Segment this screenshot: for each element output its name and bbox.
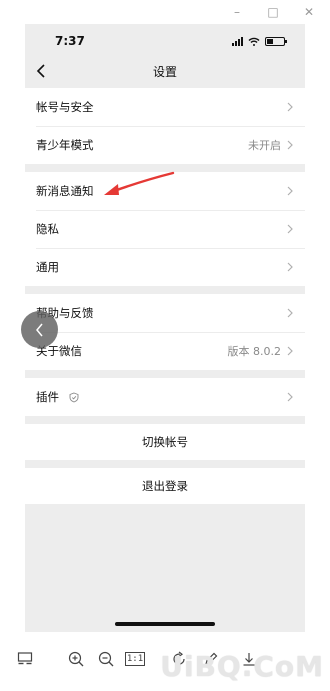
chevron-left-icon: [35, 323, 43, 336]
status-time: 7:37: [55, 34, 85, 48]
chevron-right-icon: [287, 140, 293, 150]
zoom-out-button[interactable]: [97, 650, 115, 668]
home-indicator: [115, 622, 215, 626]
settings-item-account-security[interactable]: 帐号与安全: [25, 88, 305, 126]
shield-icon: [69, 392, 79, 402]
chevron-right-icon: [287, 346, 293, 356]
settings-item-label: 通用: [36, 260, 59, 274]
zoom-in-button[interactable]: [67, 650, 85, 668]
zoom-in-icon: [68, 651, 84, 667]
thumbnail-button[interactable]: [16, 650, 34, 668]
settings-item-help-feedback[interactable]: 帮助与反馈: [25, 294, 305, 332]
chevron-right-icon: [287, 224, 293, 234]
chevron-right-icon: [287, 308, 293, 318]
settings-group-plugins: 插件: [25, 378, 305, 416]
zoom-out-icon: [98, 651, 114, 667]
switch-account-button[interactable]: 切换帐号: [25, 424, 305, 460]
settings-item-label: 关于微信: [36, 344, 82, 358]
settings-group-account: 帐号与安全 青少年模式 未开启: [25, 88, 305, 164]
side-back-button[interactable]: [21, 311, 58, 348]
status-icons: [232, 36, 287, 46]
battery-icon: [265, 36, 287, 46]
actual-size-button[interactable]: 1:1: [124, 650, 146, 668]
settings-item-label: 帮助与反馈: [36, 306, 94, 320]
status-bar: 7:37: [25, 24, 305, 58]
settings-item-label: 插件: [36, 390, 59, 404]
close-button[interactable]: ✕: [302, 4, 316, 20]
actual-size-label: 1:1: [124, 652, 146, 666]
nav-bar: 设置: [25, 58, 305, 84]
chevron-right-icon: [287, 392, 293, 402]
settings-item-plugins[interactable]: 插件: [25, 378, 305, 416]
chevron-right-icon: [287, 186, 293, 196]
minimize-button[interactable]: –: [230, 4, 244, 20]
settings-item-teen-mode[interactable]: 青少年模式 未开启: [25, 126, 305, 164]
settings-item-label-wrap: 插件: [36, 389, 287, 405]
maximize-button[interactable]: □: [266, 4, 280, 20]
chevron-right-icon: [287, 262, 293, 272]
settings-item-privacy[interactable]: 隐私: [25, 210, 305, 248]
wifi-icon: [248, 37, 260, 46]
window-controls: – □ ✕: [230, 4, 316, 20]
settings-item-general[interactable]: 通用: [25, 248, 305, 286]
back-icon[interactable]: [35, 63, 49, 79]
settings-item-about[interactable]: 关于微信 版本 8.0.2: [25, 332, 305, 370]
chevron-right-icon: [287, 102, 293, 112]
thumbnail-icon: [17, 652, 33, 665]
settings-group-help: 帮助与反馈 关于微信 版本 8.0.2: [25, 294, 305, 370]
signal-icon: [232, 36, 243, 46]
phone-screen: 7:37 设置 帐号与安全 青少年模式 未开启 新消息通知 隐私 通用 帮助与反…: [25, 24, 305, 632]
version-value: 版本 8.0.2: [227, 345, 282, 358]
settings-item-label: 青少年模式: [36, 138, 94, 152]
logout-button[interactable]: 退出登录: [25, 468, 305, 504]
settings-item-label: 帐号与安全: [36, 100, 94, 114]
page-title: 设置: [152, 64, 177, 79]
settings-item-value: 未开启: [248, 139, 281, 152]
annotation-arrow-icon: [104, 171, 175, 195]
watermark: UiBQ.CoM: [160, 650, 324, 683]
settings-item-label: 隐私: [36, 222, 59, 236]
